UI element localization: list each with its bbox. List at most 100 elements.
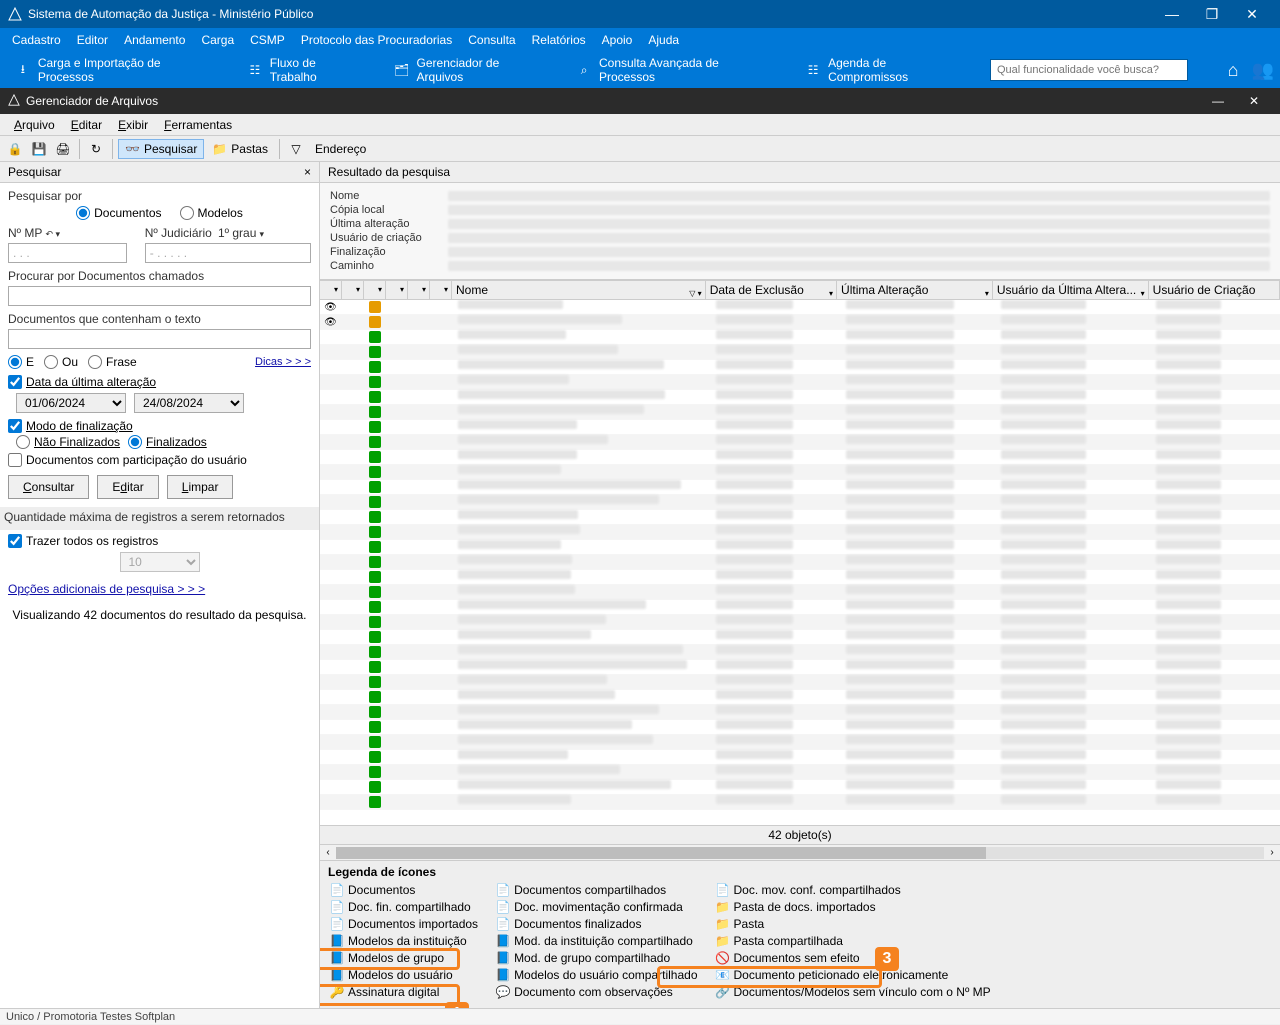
table-row[interactable] — [320, 495, 1280, 510]
users-icon[interactable]: 👥 — [1254, 61, 1272, 79]
table-row[interactable] — [320, 375, 1280, 390]
menu-protocolo[interactable]: Protocolo das Procuradorias — [293, 28, 460, 52]
radio-e[interactable]: E — [8, 355, 34, 369]
fm-tb-refresh-icon[interactable]: ↻ — [85, 138, 107, 160]
editar-button[interactable]: Editar — [97, 475, 158, 499]
table-row[interactable] — [320, 660, 1280, 675]
table-row[interactable] — [320, 750, 1280, 765]
check-trazer[interactable]: Trazer todos os registros — [8, 534, 311, 548]
date-to[interactable]: 24/08/2024 — [134, 393, 244, 413]
fm-menu-arquivo[interactable]: Arquivo — [6, 118, 63, 132]
col-usr-alt[interactable]: Usuário da Última Altera...▾ — [993, 281, 1149, 299]
table-row[interactable] — [320, 330, 1280, 345]
njud-input[interactable] — [145, 243, 311, 263]
menu-consulta[interactable]: Consulta — [460, 28, 523, 52]
tb-gerenciador[interactable]: 🗂 Gerenciador de Arquivos — [387, 52, 553, 88]
table-row[interactable] — [320, 690, 1280, 705]
table-row[interactable] — [320, 705, 1280, 720]
fm-menu-editar[interactable]: Editar — [63, 118, 110, 132]
table-row[interactable]: 👁 — [320, 300, 1280, 315]
menu-editor[interactable]: Editor — [69, 28, 116, 52]
grid-body[interactable]: 👁👁 — [320, 300, 1280, 825]
check-modo-fin[interactable]: Modo de finalização — [8, 419, 311, 433]
fm-close-button[interactable]: ✕ — [1236, 88, 1272, 114]
search-close-icon[interactable]: × — [304, 165, 311, 179]
table-row[interactable] — [320, 450, 1280, 465]
radio-modelos[interactable]: Modelos — [180, 206, 243, 220]
radio-ou[interactable]: Ou — [44, 355, 78, 369]
radio-frase[interactable]: Frase — [88, 355, 137, 369]
table-row[interactable] — [320, 630, 1280, 645]
check-data-alt[interactable]: Data da última alteração — [8, 375, 311, 389]
fm-tab-pastas[interactable]: 📁 Pastas — [206, 140, 274, 158]
table-row[interactable] — [320, 420, 1280, 435]
col-nome[interactable]: Nome▽ ▾ — [452, 281, 706, 299]
radio-fin[interactable]: Finalizados — [128, 435, 207, 449]
fm-tab-endereco[interactable]: Endereço — [309, 140, 372, 158]
minimize-button[interactable]: — — [1152, 0, 1192, 28]
procurar-input[interactable] — [8, 286, 311, 306]
table-row[interactable] — [320, 555, 1280, 570]
table-row[interactable] — [320, 390, 1280, 405]
nmp-input[interactable] — [8, 243, 127, 263]
gh-dropdown-5[interactable]: ▾ — [408, 281, 430, 299]
fm-tb-lock-icon[interactable]: 🔒 — [4, 138, 26, 160]
gh-dropdown-4[interactable]: ▾ — [386, 281, 408, 299]
date-from[interactable]: 01/06/2024 — [16, 393, 126, 413]
table-row[interactable] — [320, 360, 1280, 375]
fm-minimize-button[interactable]: — — [1200, 88, 1236, 114]
gh-dropdown-3[interactable]: ▾ — [364, 281, 386, 299]
table-row[interactable] — [320, 720, 1280, 735]
table-row[interactable]: 👁 — [320, 315, 1280, 330]
dicas-link[interactable]: Dicas > > > — [255, 356, 311, 368]
table-row[interactable] — [320, 615, 1280, 630]
table-row[interactable] — [320, 780, 1280, 795]
contenham-input[interactable] — [8, 329, 311, 349]
fm-tb-filter-icon[interactable]: ▽ — [285, 138, 307, 160]
menu-ajuda[interactable]: Ajuda — [640, 28, 687, 52]
tb-carga[interactable]: ⭳ Carga e Importação de Processos — [8, 52, 224, 88]
h-scrollbar[interactable]: ‹ › — [320, 844, 1280, 860]
scroll-right-icon[interactable]: › — [1264, 847, 1280, 858]
fm-menu-exibir[interactable]: Exibir — [110, 118, 156, 132]
menu-carga[interactable]: Carga — [193, 28, 242, 52]
table-row[interactable] — [320, 480, 1280, 495]
scroll-left-icon[interactable]: ‹ — [320, 847, 336, 858]
menu-cadastro[interactable]: Cadastro — [4, 28, 69, 52]
table-row[interactable] — [320, 465, 1280, 480]
tb-agenda[interactable]: ☷ Agenda de Compromissos — [798, 52, 974, 88]
menu-andamento[interactable]: Andamento — [116, 28, 193, 52]
menu-apoio[interactable]: Apoio — [594, 28, 641, 52]
home-icon[interactable]: ⌂ — [1224, 61, 1242, 79]
function-search-input[interactable] — [990, 59, 1188, 81]
table-row[interactable] — [320, 600, 1280, 615]
table-row[interactable] — [320, 585, 1280, 600]
gh-dropdown-6[interactable]: ▾ — [430, 281, 452, 299]
opcoes-link[interactable]: Opções adicionais de pesquisa > > > — [8, 582, 205, 596]
consultar-button[interactable]: Consultar — [8, 475, 89, 499]
fm-tb-print-icon[interactable]: 🖨 — [52, 138, 74, 160]
col-usr-cri[interactable]: Usuário de Criação — [1149, 281, 1280, 299]
table-row[interactable] — [320, 795, 1280, 810]
radio-documentos[interactable]: Documentos — [76, 206, 161, 220]
fm-tb-save-icon[interactable]: 💾 — [28, 138, 50, 160]
fm-tab-pesquisar[interactable]: 👓 Pesquisar — [118, 139, 204, 159]
col-ult-alt[interactable]: Última Alteração▾ — [837, 281, 993, 299]
table-row[interactable] — [320, 570, 1280, 585]
table-row[interactable] — [320, 510, 1280, 525]
fm-menu-ferramentas[interactable]: Ferramentas — [156, 118, 240, 132]
radio-nao-fin[interactable]: Não Finalizados — [16, 435, 120, 449]
limpar-button[interactable]: Limpar — [167, 475, 234, 499]
close-button[interactable]: ✕ — [1232, 0, 1272, 28]
table-row[interactable] — [320, 735, 1280, 750]
table-row[interactable] — [320, 540, 1280, 555]
gh-dropdown-1[interactable]: ▾ — [320, 281, 342, 299]
gh-dropdown-2[interactable]: ▾ — [342, 281, 364, 299]
table-row[interactable] — [320, 435, 1280, 450]
tb-fluxo[interactable]: ☷ Fluxo de Trabalho — [240, 52, 371, 88]
table-row[interactable] — [320, 345, 1280, 360]
table-row[interactable] — [320, 525, 1280, 540]
check-participacao[interactable]: Documentos com participação do usuário — [8, 453, 311, 467]
menu-relatorios[interactable]: Relatórios — [524, 28, 594, 52]
table-row[interactable] — [320, 675, 1280, 690]
